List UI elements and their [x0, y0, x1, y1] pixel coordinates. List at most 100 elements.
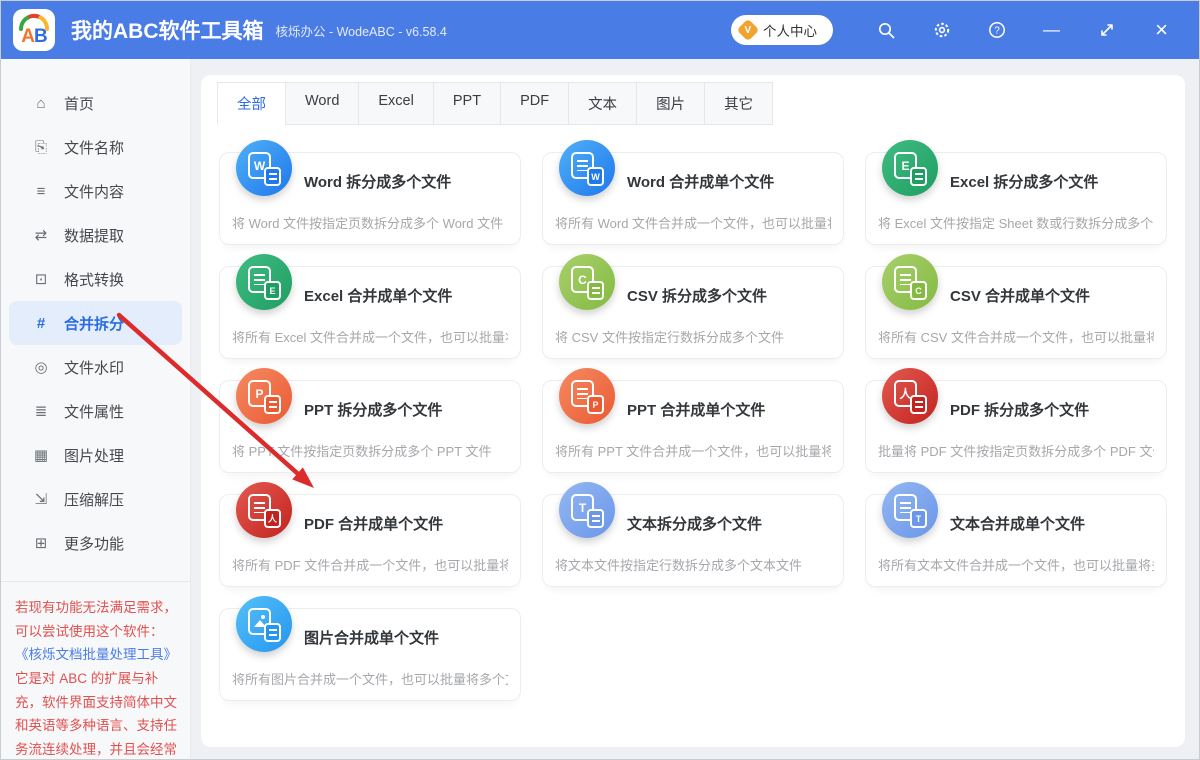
sidebar-item-more-features[interactable]: ⊞ 更多功能 — [9, 521, 182, 565]
function-card[interactable]: WWord 合并成单个文件将所有 Word 文件合并成一个文件，也可以批量将多 — [542, 152, 844, 245]
card-description: 将所有 Word 文件合并成一个文件，也可以批量将多 — [555, 213, 831, 232]
sidebar-item-label: 文件水印 — [64, 357, 124, 378]
home-icon: ⌂ — [31, 95, 51, 112]
file-name-icon: ⎘ — [31, 139, 51, 156]
sidebar-item-label: 更多功能 — [64, 533, 124, 554]
settings-gear-icon[interactable] — [914, 10, 969, 50]
card-description: 将 CSV 文件按指定行数拆分成多个文件 — [555, 327, 831, 346]
function-card[interactable]: 图片合并成单个文件将所有图片合并成一个文件，也可以批量将多个文件 — [219, 608, 521, 701]
card-description: 将文本文件按指定行数拆分成多个文本文件 — [555, 555, 831, 574]
pdf-split-icon: 人 — [882, 368, 938, 424]
sidebar-item-label: 文件内容 — [64, 181, 124, 202]
sidebar-item-merge-split[interactable]: # 合并拆分 — [9, 301, 182, 345]
text-split-icon: T — [559, 482, 615, 538]
csv-merge-icon: C — [882, 254, 938, 310]
tab-PDF[interactable]: PDF — [500, 82, 569, 125]
tab-全部[interactable]: 全部 — [217, 82, 286, 125]
title-bar: AB 我的ABC软件工具箱 核烁办公 - WodeABC - v6.58.4 V… — [1, 1, 1199, 59]
image-merge-icon — [236, 596, 292, 652]
sidebar-item-image-process[interactable]: ▦图片处理 — [9, 433, 182, 477]
text-merge-icon: T — [882, 482, 938, 538]
sidebar-item-file-props[interactable]: ≣文件属性 — [9, 389, 182, 433]
sidebar-item-data-extract[interactable]: ⇄ 数据提取 — [9, 213, 182, 257]
csv-split-icon: C — [559, 254, 615, 310]
file-props-icon: ≣ — [31, 402, 51, 420]
sidebar-promo: 若现有功能无法满足需求，可以尝试使用这个软件： 《核烁文档批量处理工具》 它是对… — [1, 596, 190, 760]
ppt-split-icon: P — [236, 368, 292, 424]
card-description: 将所有 PPT 文件合并成一个文件，也可以批量将多 — [555, 441, 831, 460]
function-card[interactable]: T文本拆分成多个文件将文本文件按指定行数拆分成多个文本文件 — [542, 494, 844, 587]
tab-Word[interactable]: Word — [285, 82, 359, 125]
card-description: 将所有 CSV 文件合并成一个文件，也可以批量将多 — [878, 327, 1154, 346]
sidebar-item-label: 文件名称 — [64, 137, 124, 158]
personal-center-button[interactable]: V 个人中心 — [731, 15, 833, 45]
compress-icon: ⇲ — [31, 490, 51, 508]
svg-text:?: ? — [994, 26, 1000, 37]
sidebar-item-file-name[interactable]: ⎘ 文件名称 — [9, 125, 182, 169]
function-card[interactable]: 人PDF 拆分成多个文件批量将 PDF 文件按指定页数拆分成多个 PDF 文件 — [865, 380, 1167, 473]
card-description: 将所有 Excel 文件合并成一个文件，也可以批量将多 — [232, 327, 508, 346]
card-title: PPT 合并成单个文件 — [627, 394, 831, 420]
close-icon[interactable]: × — [1134, 10, 1189, 50]
sidebar-item-label: 格式转换 — [64, 269, 124, 290]
sidebar-item-file-content[interactable]: ≡ 文件内容 — [9, 169, 182, 213]
tab-其它[interactable]: 其它 — [704, 82, 773, 125]
card-title: Word 拆分成多个文件 — [304, 166, 508, 192]
sidebar-divider — [1, 581, 190, 582]
card-title: Excel 拆分成多个文件 — [950, 166, 1154, 192]
function-card[interactable]: WWord 拆分成多个文件将 Word 文件按指定页数拆分成多个 Word 文件 — [219, 152, 521, 245]
sidebar-item-label: 数据提取 — [64, 225, 124, 246]
vip-badge-icon: V — [737, 19, 760, 42]
function-card[interactable]: PPPT 合并成单个文件将所有 PPT 文件合并成一个文件，也可以批量将多 — [542, 380, 844, 473]
card-title: PDF 拆分成多个文件 — [950, 394, 1154, 420]
sidebar-item-format-convert[interactable]: ⊡格式转换 — [9, 257, 182, 301]
search-icon[interactable] — [859, 10, 914, 50]
card-description: 将所有图片合并成一个文件，也可以批量将多个文件 — [232, 669, 508, 688]
card-title: PPT 拆分成多个文件 — [304, 394, 508, 420]
sidebar: ⌂ 首页 ⎘ 文件名称 ≡ 文件内容 ⇄ 数据提取 ⊡格式转换 # 合并拆分 ◎ 文件水印 ≣文件属性▦图… — [1, 59, 191, 760]
card-description: 批量将 PDF 文件按指定页数拆分成多个 PDF 文件 — [878, 441, 1154, 460]
app-title: 我的ABC软件工具箱 — [71, 15, 264, 45]
card-title: Word 合并成单个文件 — [627, 166, 831, 192]
image-process-icon: ▦ — [31, 446, 51, 464]
tab-图片[interactable]: 图片 — [636, 82, 705, 125]
promo-text-1: 若现有功能无法满足需求，可以尝试使用这个软件： — [15, 596, 178, 643]
category-tabs: 全部WordExcelPPTPDF文本图片其它 — [201, 75, 1185, 125]
maximize-icon[interactable] — [1079, 10, 1134, 50]
sidebar-item-label: 合并拆分 — [64, 313, 124, 334]
tab-Excel[interactable]: Excel — [358, 82, 433, 125]
card-title: PDF 合并成单个文件 — [304, 508, 508, 534]
app-window: AB 我的ABC软件工具箱 核烁办公 - WodeABC - v6.58.4 V… — [0, 0, 1200, 760]
sidebar-item-compress[interactable]: ⇲ 压缩解压 — [9, 477, 182, 521]
function-card[interactable]: CCSV 合并成单个文件将所有 CSV 文件合并成一个文件，也可以批量将多 — [865, 266, 1167, 359]
word-merge-icon: W — [559, 140, 615, 196]
function-card[interactable]: 人PDF 合并成单个文件将所有 PDF 文件合并成一个文件，也可以批量将多 — [219, 494, 521, 587]
function-card[interactable]: T文本合并成单个文件将所有文本文件合并成一个文件，也可以批量将多 — [865, 494, 1167, 587]
function-card[interactable]: PPPT 拆分成多个文件将 PPT 文件按指定页数拆分成多个 PPT 文件 — [219, 380, 521, 473]
card-title: Excel 合并成单个文件 — [304, 280, 508, 306]
sidebar-item-home[interactable]: ⌂ 首页 — [9, 81, 182, 125]
file-watermark-icon: ◎ — [31, 358, 51, 376]
merge-split-icon: # — [31, 315, 51, 332]
tab-PPT[interactable]: PPT — [433, 82, 501, 125]
function-card[interactable]: CCSV 拆分成多个文件将 CSV 文件按指定行数拆分成多个文件 — [542, 266, 844, 359]
function-card[interactable]: EExcel 拆分成多个文件将 Excel 文件按指定 Sheet 数或行数拆分… — [865, 152, 1167, 245]
main-area: 全部WordExcelPPTPDF文本图片其它 WWord 拆分成多个文件将 W… — [191, 59, 1200, 760]
promo-link[interactable]: 《核烁文档批量处理工具》 — [15, 643, 178, 667]
sidebar-item-label: 首页 — [64, 93, 94, 114]
card-title: CSV 合并成单个文件 — [950, 280, 1154, 306]
sidebar-item-file-watermark[interactable]: ◎ 文件水印 — [9, 345, 182, 389]
more-features-icon: ⊞ — [31, 534, 51, 552]
data-extract-icon: ⇄ — [31, 226, 51, 244]
tab-文本[interactable]: 文本 — [568, 82, 637, 125]
card-description: 将所有文本文件合并成一个文件，也可以批量将多 — [878, 555, 1154, 574]
help-icon[interactable]: ? — [969, 10, 1024, 50]
card-title: CSV 拆分成多个文件 — [627, 280, 831, 306]
function-card-grid: WWord 拆分成多个文件将 Word 文件按指定页数拆分成多个 Word 文件… — [201, 125, 1185, 701]
function-card[interactable]: EExcel 合并成单个文件将所有 Excel 文件合并成一个文件，也可以批量将… — [219, 266, 521, 359]
card-title: 图片合并成单个文件 — [304, 622, 508, 648]
minimize-icon[interactable]: — — [1024, 10, 1079, 50]
sidebar-item-label: 压缩解压 — [64, 489, 124, 510]
app-logo-icon: AB — [13, 9, 55, 51]
file-content-icon: ≡ — [31, 183, 51, 200]
